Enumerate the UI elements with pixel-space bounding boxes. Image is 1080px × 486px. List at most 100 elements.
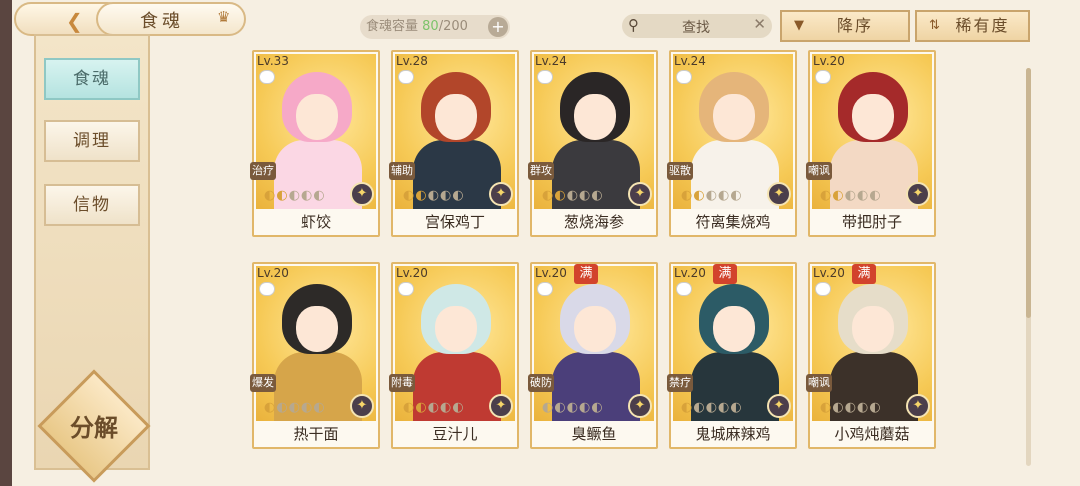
card-level: Lv.20 bbox=[396, 266, 428, 280]
food-soul-card[interactable]: Lv.28 辅助 ◐◐◐◐◐ ✦ 宫保鸡丁 bbox=[389, 50, 519, 237]
star-icon: ◐ bbox=[313, 400, 326, 415]
star-icon: ◐ bbox=[313, 188, 326, 203]
card-level: Lv.33 bbox=[257, 54, 289, 68]
star-rating: ◐◐◐◐◐ bbox=[820, 188, 882, 203]
card-name: 符离集烧鸡 bbox=[695, 213, 771, 231]
crown-icon[interactable]: ♛ bbox=[217, 8, 237, 26]
star-icon: ◐ bbox=[579, 400, 592, 415]
food-soul-card[interactable]: Lv.20 附毒 ◐◐◐◐◐ ✦ 豆汁儿 bbox=[389, 262, 519, 449]
chat-bubble-icon bbox=[815, 70, 831, 84]
portrait-face bbox=[574, 306, 616, 352]
food-soul-card[interactable]: Lv.24 群攻 ◐◐◐◐◐ ✦ 葱烧海参 bbox=[528, 50, 658, 237]
food-soul-card[interactable]: Lv.20 满禁疗 ◐◐◐◐◐ ✦ 鬼城麻辣鸡 bbox=[667, 262, 797, 449]
role-tag: 爆发 bbox=[250, 374, 276, 392]
card-name: 虾饺 bbox=[300, 213, 331, 231]
star-icon: ◐ bbox=[301, 188, 314, 203]
add-capacity-button[interactable]: + bbox=[488, 17, 508, 37]
star-icon: ◐ bbox=[591, 188, 604, 203]
star-icon: ◐ bbox=[718, 188, 731, 203]
capacity-total: /200 bbox=[438, 19, 468, 34]
star-icon: ◐ bbox=[857, 188, 870, 203]
rarity-label: 稀有度 bbox=[955, 16, 1010, 35]
card-name: 鬼城麻辣鸡 bbox=[695, 425, 771, 443]
star-icon: ◐ bbox=[857, 400, 870, 415]
card-level: Lv.24 bbox=[674, 54, 706, 68]
sun-element-icon: ✦ bbox=[906, 182, 930, 206]
sun-element-icon: ✦ bbox=[628, 394, 652, 418]
star-icon: ◐ bbox=[288, 400, 302, 415]
triangle-down-icon: ▼ bbox=[794, 18, 806, 33]
star-rating: ◐◐◐◐◐ bbox=[542, 400, 604, 415]
star-icon: ◐ bbox=[264, 188, 277, 203]
food-soul-card[interactable]: Lv.20 满嘲讽 ◐◐◐◐◐ ✦ 小鸡炖蘑菇 bbox=[806, 262, 936, 449]
food-soul-card[interactable]: Lv.20 爆发 ◐◐◐◐◐ ✦ 热干面 bbox=[250, 262, 380, 449]
scrollbar[interactable] bbox=[1026, 68, 1031, 466]
rarity-button[interactable]: ⇅ 稀有度 bbox=[915, 10, 1030, 42]
star-icon: ◐ bbox=[820, 400, 833, 415]
portrait-face bbox=[852, 94, 894, 140]
portrait-face bbox=[852, 306, 894, 352]
capacity-display: 食魂容量 80/200 + bbox=[360, 15, 510, 39]
search-icon: ⚲ bbox=[628, 16, 639, 34]
star-icon: ◐ bbox=[869, 188, 882, 203]
chat-bubble-icon bbox=[537, 282, 553, 296]
food-soul-card[interactable]: Lv.20 嘲讽 ◐◐◐◐◐ ✦ 带把肘子 bbox=[806, 50, 936, 237]
card-grid: Lv.33 治疗 ◐◐◐◐◐ ✦ 虾饺 Lv.28 辅助 ◐◐◐◐◐ ✦ 宫保鸡丁 Lv.24 群攻 ◐… bbox=[250, 50, 942, 450]
capacity-label: 食魂容量 bbox=[366, 19, 419, 34]
sun-element-icon: ✦ bbox=[350, 394, 374, 418]
star-icon: ◐ bbox=[844, 188, 858, 203]
star-icon: ◐ bbox=[440, 188, 453, 203]
star-icon: ◐ bbox=[681, 400, 694, 415]
star-icon: ◐ bbox=[276, 400, 289, 415]
card-name: 臭鳜鱼 bbox=[571, 425, 617, 443]
star-rating: ◐◐◐◐◐ bbox=[403, 188, 465, 203]
star-icon: ◐ bbox=[276, 188, 289, 203]
portrait-face bbox=[713, 94, 755, 140]
search-field[interactable]: ⚲ 查找 ✕ bbox=[622, 14, 772, 38]
star-icon: ◐ bbox=[820, 188, 833, 203]
sidebar-item-shihun[interactable]: 食魂 bbox=[44, 58, 140, 100]
star-icon: ◐ bbox=[301, 400, 314, 415]
max-badge: 满 bbox=[574, 264, 598, 284]
star-rating: ◐◐◐◐◐ bbox=[403, 400, 465, 415]
role-tag: 驱散 bbox=[667, 162, 693, 180]
card-name: 带把肘子 bbox=[841, 213, 902, 231]
sort-button[interactable]: ▼ 降序 bbox=[780, 10, 910, 42]
star-icon: ◐ bbox=[452, 400, 465, 415]
star-icon: ◐ bbox=[452, 188, 465, 203]
close-icon[interactable]: ✕ bbox=[753, 15, 766, 33]
card-level: Lv.24 bbox=[535, 54, 567, 68]
card-level: Lv.20 bbox=[813, 266, 845, 280]
portrait-face bbox=[713, 306, 755, 352]
card-level: Lv.28 bbox=[396, 54, 428, 68]
star-icon: ◐ bbox=[832, 188, 845, 203]
role-tag: 嘲讽 bbox=[806, 162, 832, 180]
role-tag: 辅助 bbox=[389, 162, 415, 180]
chat-bubble-icon bbox=[259, 70, 275, 84]
star-icon: ◐ bbox=[427, 188, 441, 203]
sidebar: 食魂 调理 信物 分解 bbox=[34, 34, 151, 483]
star-icon: ◐ bbox=[705, 188, 719, 203]
role-tag: 治疗 bbox=[250, 162, 276, 180]
portrait-face bbox=[574, 94, 616, 140]
star-icon: ◐ bbox=[542, 188, 555, 203]
star-icon: ◐ bbox=[591, 400, 604, 415]
capacity-current: 80 bbox=[422, 19, 439, 34]
sidebar-item-tiaoli[interactable]: 调理 bbox=[44, 120, 140, 162]
card-name: 热干面 bbox=[293, 425, 339, 443]
star-icon: ◐ bbox=[693, 188, 706, 203]
chat-bubble-icon bbox=[815, 282, 831, 296]
role-tag: 附毒 bbox=[389, 374, 415, 392]
sun-element-icon: ✦ bbox=[489, 182, 513, 206]
star-icon: ◐ bbox=[403, 188, 416, 203]
food-soul-card[interactable]: Lv.33 治疗 ◐◐◐◐◐ ✦ 虾饺 bbox=[250, 50, 380, 237]
food-soul-card[interactable]: Lv.20 满破防 ◐◐◐◐◐ ✦ 臭鳜鱼 bbox=[528, 262, 658, 449]
sidebar-item-xinwu[interactable]: 信物 bbox=[44, 184, 140, 226]
scroll-thumb[interactable] bbox=[1026, 68, 1031, 318]
role-tag: 禁疗 bbox=[667, 374, 693, 392]
food-soul-card[interactable]: Lv.24 驱散 ◐◐◐◐◐ ✦ 符离集烧鸡 bbox=[667, 50, 797, 237]
card-name: 豆汁儿 bbox=[432, 425, 478, 443]
role-tag: 破防 bbox=[528, 374, 554, 392]
star-rating: ◐◐◐◐◐ bbox=[681, 188, 743, 203]
sort-label: 降序 bbox=[836, 16, 873, 35]
